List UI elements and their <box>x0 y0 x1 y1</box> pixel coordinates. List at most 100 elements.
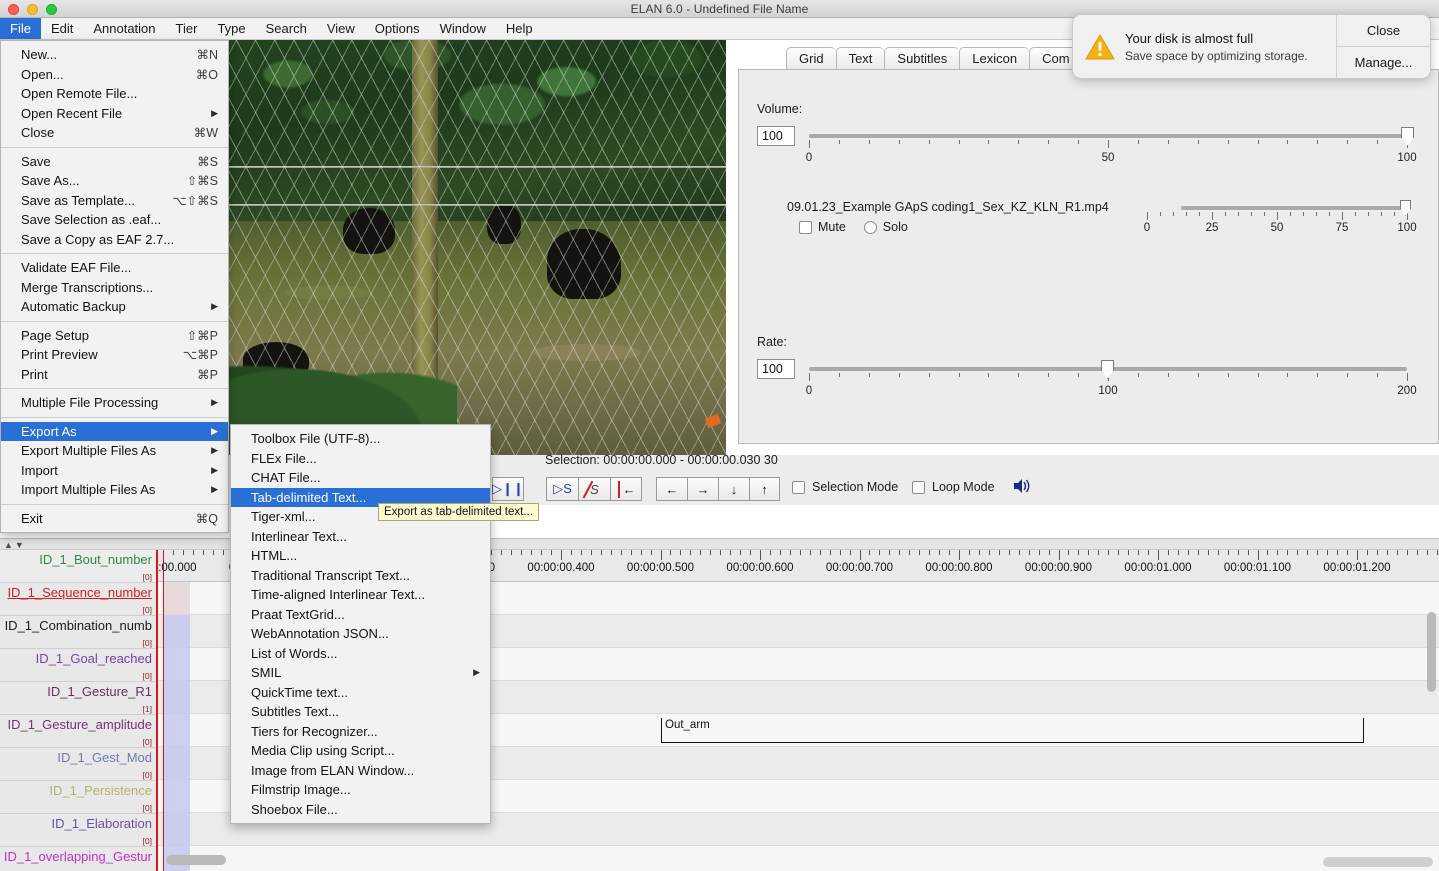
file-menu-item-open-recent-file[interactable]: Open Recent File ▶ <box>1 104 228 124</box>
export-menu-item-interlinear-text[interactable]: Interlinear Text... <box>231 527 490 547</box>
menubar-item-file[interactable]: File <box>0 18 41 39</box>
clear-selection-button[interactable]: S <box>578 477 610 501</box>
export-menu-item-quicktime-text[interactable]: QuickTime text... <box>231 683 490 703</box>
notification-close-button[interactable]: Close <box>1337 15 1430 47</box>
file-menu-item-save[interactable]: Save ⌘S <box>1 152 228 172</box>
file-menu-item-open[interactable]: Open... ⌘O <box>1 65 228 85</box>
tab-text[interactable]: Text <box>835 47 885 70</box>
speaker-icon[interactable] <box>1012 477 1032 498</box>
next-tier-button[interactable]: ↓ <box>718 477 749 501</box>
tier-label-row[interactable]: ID_1_Gesture_R1 [1] <box>0 682 156 715</box>
export-menu-item-praat-textgrid[interactable]: Praat TextGrid... <box>231 605 490 625</box>
export-menu-item-media-clip-using-script[interactable]: Media Clip using Script... <box>231 741 490 761</box>
export-menu-item-chat-file[interactable]: CHAT File... <box>231 468 490 488</box>
export-menu-item-smil[interactable]: SMIL ▶ <box>231 663 490 683</box>
export-menu-item-subtitles-text[interactable]: Subtitles Text... <box>231 702 490 722</box>
video-player[interactable] <box>228 40 726 460</box>
menubar-item-window[interactable]: Window <box>430 18 496 39</box>
export-menu-item-traditional-transcript-text[interactable]: Traditional Transcript Text... <box>231 566 490 586</box>
previous-frame-button[interactable]: ← <box>656 477 687 501</box>
file-menu-item-validate-eaf-file[interactable]: Validate EAF File... <box>1 258 228 278</box>
tab-lexicon[interactable]: Lexicon <box>959 47 1030 70</box>
previous-tier-button[interactable]: ↑ <box>749 477 780 501</box>
file-menu-item-save-a-copy-as-eaf-2-7[interactable]: Save a Copy as EAF 2.7... <box>1 230 228 250</box>
file-menu-item-page-setup[interactable]: Page Setup ⇧⌘P <box>1 326 228 346</box>
timeline-scroll-secondary[interactable] <box>1323 857 1433 867</box>
tier-label-row[interactable]: ID_1_Gest_Mod [0] <box>0 748 156 781</box>
export-menu-item-time-aligned-interlinear-text[interactable]: Time-aligned Interlinear Text... <box>231 585 490 605</box>
file-menu-item-save-selection-as-eaf[interactable]: Save Selection as .eaf... <box>1 210 228 230</box>
mute-checkbox[interactable] <box>799 220 812 234</box>
file-menu-item-import[interactable]: Import ▶ <box>1 461 228 481</box>
right-panel-tabstrip[interactable]: Grid Text Subtitles Lexicon Com <box>786 47 1083 70</box>
tier-label-row[interactable]: ID_1_Elaboration [0] <box>0 814 156 847</box>
export-menu-item-flex-file[interactable]: FLEx File... <box>231 449 490 469</box>
file-menu-item-new[interactable]: New... ⌘N <box>1 45 228 65</box>
export-menu-item-webannotation-json[interactable]: WebAnnotation JSON... <box>231 624 490 644</box>
menubar-item-annotation[interactable]: Annotation <box>83 18 165 39</box>
menubar-item-options[interactable]: Options <box>365 18 430 39</box>
file-menu-item-exit[interactable]: Exit ⌘Q <box>1 509 228 529</box>
zoom-window-icon[interactable] <box>46 4 57 15</box>
menubar-item-help[interactable]: Help <box>496 18 543 39</box>
tier-label-row[interactable]: ID_1_Bout_number [0] <box>0 550 156 583</box>
tier-label-row[interactable]: ID_1_overlapping_Gestur[0] <box>0 847 156 871</box>
export-menu-item-filmstrip-image[interactable]: Filmstrip Image... <box>231 780 490 800</box>
export-as-submenu[interactable]: Toolbox File (UTF-8)... FLEx File... CHAT … <box>230 424 491 824</box>
selection-mode-checkbox[interactable] <box>792 480 805 494</box>
export-menu-item-toolbox-file-utf-8[interactable]: Toolbox File (UTF-8)... <box>231 429 490 449</box>
tier-sort-arrows-icon[interactable]: ▲▼ <box>4 540 26 550</box>
timeline-scroll-thumb[interactable] <box>166 855 226 865</box>
menubar-item-type[interactable]: Type <box>207 18 255 39</box>
tier-name-column[interactable]: ID_1_Bout_number [0] ID_1_Sequence_number [… <box>0 550 158 871</box>
play-selection-button[interactable]: ▷S <box>546 477 578 501</box>
solo-radio[interactable] <box>863 220 877 234</box>
system-notification[interactable]: Your disk is almost full Save space by o… <box>1072 14 1431 79</box>
close-window-icon[interactable] <box>8 4 19 15</box>
notification-manage-button[interactable]: Manage... <box>1337 47 1430 78</box>
file-menu-item-export-multiple-files-as[interactable]: Export Multiple Files As ▶ <box>1 441 228 461</box>
file-menu-item-save-as-template[interactable]: Save as Template... ⌥⇧⌘S <box>1 191 228 211</box>
file-menu-item-automatic-backup[interactable]: Automatic Backup ▶ <box>1 297 228 317</box>
file-menu-dropdown[interactable]: New... ⌘N Open... ⌘O Open Remote File... Open… <box>0 40 229 533</box>
timeline-horizontal-scrollbar[interactable] <box>166 855 1316 867</box>
menubar-item-search[interactable]: Search <box>256 18 317 39</box>
file-menu-item-print-preview[interactable]: Print Preview ⌥⌘P <box>1 345 228 365</box>
tier-label-row[interactable]: ID_1_Gesture_amplitude [0] <box>0 715 156 748</box>
minimize-window-icon[interactable] <box>27 4 38 15</box>
volume-value-field[interactable]: 100 <box>757 126 795 146</box>
selection-begin-button[interactable]: ← <box>610 477 642 501</box>
export-menu-item-tiers-for-recognizer[interactable]: Tiers for Recognizer... <box>231 722 490 742</box>
menubar-item-edit[interactable]: Edit <box>41 18 83 39</box>
timeline-toolbar[interactable]: ▲▼ <box>0 538 1439 550</box>
rate-value-field[interactable]: 100 <box>757 359 795 379</box>
play-pause-button[interactable]: ▷❙❙ <box>492 477 524 501</box>
menubar-item-view[interactable]: View <box>317 18 365 39</box>
menubar-item-tier[interactable]: Tier <box>166 18 208 39</box>
file-menu-item-close[interactable]: Close ⌘W <box>1 123 228 143</box>
tier-label-row[interactable]: ID_1_Combination_numb [0] <box>0 616 156 649</box>
file-menu-item-save-as[interactable]: Save As... ⇧⌘S <box>1 171 228 191</box>
window-traffic-lights[interactable] <box>8 4 57 15</box>
timeline-vertical-scrollbar[interactable] <box>1427 612 1436 692</box>
playhead[interactable] <box>163 550 164 871</box>
file-menu-item-print[interactable]: Print ⌘P <box>1 365 228 385</box>
export-menu-item-list-of-words[interactable]: List of Words... <box>231 644 490 664</box>
file-menu-item-multiple-file-processing[interactable]: Multiple File Processing ▶ <box>1 393 228 413</box>
notification-actions[interactable]: Close Manage... <box>1336 15 1430 78</box>
tier-label-row[interactable]: ID_1_Goal_reached [0] <box>0 649 156 682</box>
export-menu-item-html[interactable]: HTML... <box>231 546 490 566</box>
export-menu-item-image-from-elan-window[interactable]: Image from ELAN Window... <box>231 761 490 781</box>
export-menu-item-shoebox-file[interactable]: Shoebox File... <box>231 800 490 820</box>
tier-label-row[interactable]: ID_1_Persistence [0] <box>0 781 156 814</box>
volume-slider-track[interactable] <box>809 134 1407 138</box>
next-frame-button[interactable]: → <box>687 477 718 501</box>
annotation-block[interactable]: Out_arm <box>661 718 1364 743</box>
tab-grid[interactable]: Grid <box>786 47 836 70</box>
tab-subtitles[interactable]: Subtitles <box>884 47 960 70</box>
file-menu-item-merge-transcriptions[interactable]: Merge Transcriptions... <box>1 278 228 298</box>
tier-label-row[interactable]: ID_1_Sequence_number [0] <box>0 583 156 616</box>
file-menu-item-open-remote-file[interactable]: Open Remote File... <box>1 84 228 104</box>
file-menu-item-import-multiple-files-as[interactable]: Import Multiple Files As ▶ <box>1 480 228 500</box>
media-volume-track[interactable] <box>1181 206 1407 210</box>
